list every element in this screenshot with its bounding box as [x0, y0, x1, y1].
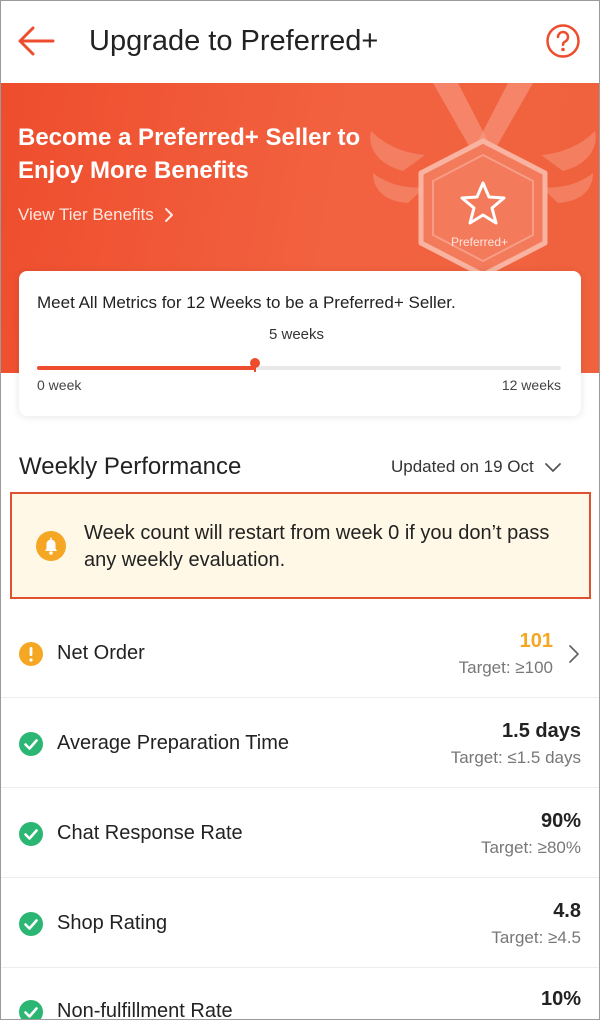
progress-marker-icon: [250, 358, 261, 372]
check-circle-icon: [19, 1000, 43, 1019]
progress-start-label: 0 week: [37, 377, 82, 393]
metric-value: 10%: [540, 988, 581, 1010]
chevron-right-icon: [164, 208, 173, 222]
progress-track: [37, 358, 561, 372]
metric-target: Target: ≥4.5: [491, 928, 581, 947]
tier-link-label: View Tier Benefits: [18, 205, 154, 224]
banner-title: Become a Preferred+ Seller to Enjoy More…: [18, 124, 361, 184]
top-bar: Upgrade to Preferred+: [1, 1, 599, 81]
metric-row-average-preparation-time: Average Preparation Time 1.5 days Target…: [1, 698, 599, 788]
back-button[interactable]: [15, 21, 57, 61]
progress-title: Meet All Metrics for 12 Weeks to be a Pr…: [37, 293, 456, 312]
updated-date-label: Updated on 19 Oct: [391, 457, 534, 476]
metric-value: 101: [519, 630, 553, 652]
metric-name: Non-fulfillment Rate: [57, 1000, 233, 1020]
metric-name: Shop Rating: [57, 912, 168, 934]
bell-icon: [36, 531, 66, 561]
restart-notice: Week count will restart from week 0 if y…: [10, 492, 591, 599]
app-frame: Upgrade to Preferred+ Preferred+ Become …: [0, 0, 600, 1020]
notice-text: Week count will restart from week 0 if y…: [84, 522, 550, 571]
arrow-left-icon: [18, 26, 55, 56]
question-circle-icon: [546, 24, 580, 58]
metric-row-chat-response-rate: Chat Response Rate 90% Target: ≥80%: [1, 788, 599, 878]
progress-fill: [37, 366, 256, 370]
metric-target: Target: ≥100: [458, 658, 553, 677]
progress-end-label: 12 weeks: [501, 377, 561, 393]
medal-badge-icon: [370, 83, 596, 278]
weekly-performance-title: Weekly Performance: [19, 453, 242, 480]
metric-target: Target: ≥80%: [480, 838, 581, 857]
help-button[interactable]: [545, 23, 581, 59]
view-tier-benefits-link[interactable]: View Tier Benefits: [18, 205, 174, 225]
metric-row-non-fulfillment-rate: Non-fulfillment Rate 10%: [1, 968, 599, 1020]
metric-value: 1.5 days: [502, 720, 581, 742]
chevron-right-icon: [569, 645, 579, 663]
metric-row-net-order[interactable]: Net Order 101 Target: ≥100: [1, 608, 599, 698]
check-circle-icon: [19, 822, 43, 846]
chevron-down-icon: [544, 463, 561, 472]
metric-name: Average Preparation Time: [57, 732, 289, 754]
medal-label: Preferred+: [451, 235, 509, 249]
metric-target: Target: ≤1.5 days: [450, 748, 581, 767]
current-weeks-label: 5 weeks: [269, 326, 325, 343]
warning-icon: [19, 642, 43, 666]
metric-row-shop-rating: Shop Rating 4.8 Target: ≥4.5: [1, 878, 599, 968]
metric-name: Chat Response Rate: [57, 822, 243, 844]
metric-name: Net Order: [57, 642, 145, 664]
progress-card: Meet All Metrics for 12 Weeks to be a Pr…: [19, 271, 581, 416]
page-title: Upgrade to Preferred+: [89, 25, 379, 57]
metric-value: 90%: [540, 810, 581, 832]
check-circle-icon: [19, 732, 43, 756]
metric-value: 4.8: [553, 900, 581, 922]
check-circle-icon: [19, 912, 43, 936]
updated-date-dropdown[interactable]: Updated on 19 Oct: [391, 457, 562, 477]
